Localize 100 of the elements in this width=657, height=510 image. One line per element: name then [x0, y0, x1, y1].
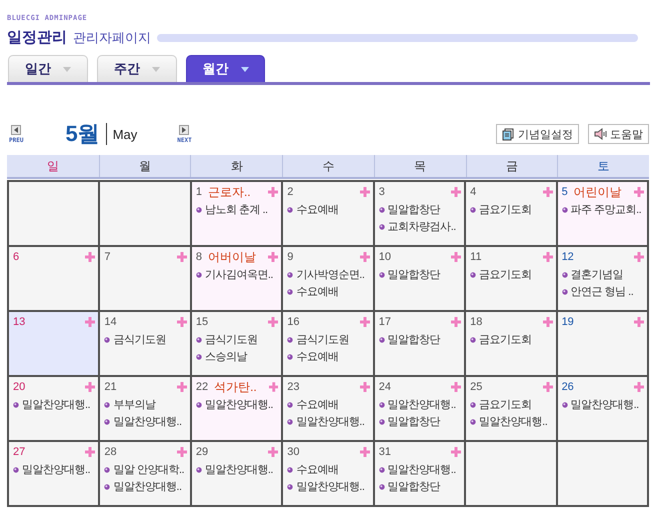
add-icon[interactable]: [85, 317, 96, 327]
event-item[interactable]: 기사박영순면..: [287, 267, 370, 282]
speaker-icon: [594, 128, 607, 140]
add-icon[interactable]: [176, 252, 187, 262]
add-icon[interactable]: [451, 187, 462, 197]
day-number: 6: [13, 251, 20, 263]
bullet-icon: [287, 336, 294, 342]
add-icon[interactable]: [360, 317, 370, 327]
event-item[interactable]: 밀알찬양대행..: [104, 479, 187, 494]
event-item[interactable]: 수요예배: [287, 202, 370, 217]
add-icon[interactable]: [360, 187, 370, 197]
add-icon[interactable]: [360, 252, 370, 262]
event-item[interactable]: 밀알찬양대행..: [470, 414, 553, 429]
add-icon[interactable]: [451, 317, 462, 327]
add-icon[interactable]: [542, 187, 553, 197]
add-icon[interactable]: [176, 382, 187, 392]
add-icon[interactable]: [85, 382, 96, 392]
add-icon[interactable]: [268, 187, 278, 197]
bullet-icon: [562, 206, 568, 212]
event-item[interactable]: 금요기도회: [470, 202, 553, 217]
add-icon[interactable]: [542, 252, 553, 262]
event-item[interactable]: 금식기도원: [104, 332, 187, 347]
event-item[interactable]: 밀알찬양대행..: [287, 479, 370, 494]
event-item[interactable]: 밀알찬양대행..: [196, 397, 278, 412]
event-item[interactable]: 결혼기념일: [562, 267, 644, 282]
add-icon[interactable]: [451, 252, 462, 262]
view-tab[interactable]: 일간: [8, 55, 88, 82]
event-item[interactable]: 금식기도원: [287, 332, 370, 347]
event-item[interactable]: 밀알합창단: [378, 267, 462, 282]
event-item[interactable]: 밀알찬양대행..: [378, 397, 462, 412]
event-item[interactable]: 교회차량검사..: [378, 219, 462, 234]
event-item[interactable]: 수요예배: [287, 349, 370, 364]
event-item[interactable]: 밀알찬양대행..: [378, 462, 462, 477]
anniversary-settings-button[interactable]: 기념일설정: [496, 124, 579, 144]
day-number: 19: [562, 316, 574, 328]
event-item[interactable]: 밀알합창단: [378, 332, 462, 347]
weekday-label: 일: [46, 158, 60, 174]
event-item[interactable]: 남노회 춘계 ..: [196, 202, 278, 217]
add-icon[interactable]: [176, 447, 187, 457]
day-number: 15: [196, 316, 208, 328]
add-icon[interactable]: [268, 252, 278, 262]
bullet-icon: [196, 336, 202, 342]
event-item[interactable]: 밀알 안양대학..: [104, 462, 187, 477]
add-icon[interactable]: [634, 382, 644, 392]
add-icon[interactable]: [360, 382, 370, 392]
bullet-icon: [470, 402, 476, 408]
event-item[interactable]: 밀알찬양대행..: [562, 397, 644, 412]
event-item[interactable]: 밀알찬양대행..: [287, 414, 370, 429]
add-icon[interactable]: [268, 317, 278, 327]
month-english: May: [112, 126, 138, 142]
add-icon[interactable]: [634, 317, 644, 327]
day-number: 16: [287, 316, 300, 328]
page-subtitle: 관리자페이지: [73, 28, 151, 46]
bullet-icon: [287, 272, 294, 278]
day-number: 18: [470, 316, 482, 328]
add-icon[interactable]: [268, 447, 278, 457]
add-icon[interactable]: [85, 447, 96, 457]
day-number: 11: [470, 251, 482, 263]
event-item[interactable]: 금식기도원: [196, 332, 278, 347]
bullet-icon: [287, 288, 294, 294]
event-item[interactable]: 파주 주망교회..: [562, 202, 644, 217]
day-number: 10: [378, 251, 391, 263]
bullet-icon: [13, 466, 19, 472]
event-item[interactable]: 금요기도회: [470, 267, 553, 282]
event-item[interactable]: 밀알찬양대행..: [104, 414, 187, 429]
add-icon[interactable]: [85, 252, 96, 262]
add-icon[interactable]: [542, 382, 553, 392]
day-number: 21: [104, 381, 117, 393]
caret-icon: [63, 66, 71, 72]
event-item[interactable]: 부부의날: [104, 397, 187, 412]
event-item[interactable]: 밀알찬양대행..: [196, 462, 278, 477]
bullet-icon: [378, 484, 385, 490]
event-item[interactable]: 금요기도회: [470, 332, 553, 347]
event-item[interactable]: 밀알찬양대행..: [13, 462, 96, 477]
add-icon[interactable]: [542, 317, 553, 327]
add-icon[interactable]: [451, 447, 462, 457]
help-button[interactable]: 도움말: [588, 124, 649, 144]
day-number: 1: [196, 186, 202, 198]
add-icon[interactable]: [634, 252, 644, 262]
bullet-icon: [287, 402, 294, 408]
event-item[interactable]: 밀알합창단: [378, 202, 462, 217]
event-item[interactable]: 밀알합창단: [378, 414, 462, 429]
event-item[interactable]: 안연근 형님 ..: [562, 284, 644, 299]
event-item[interactable]: 금요기도회: [470, 397, 553, 412]
bullet-icon: [378, 466, 385, 472]
event-item[interactable]: 스승의날: [196, 349, 278, 364]
event-item[interactable]: 수요예배: [287, 284, 370, 299]
event-item[interactable]: 밀알합창단: [378, 479, 462, 494]
add-icon[interactable]: [451, 382, 462, 392]
add-icon[interactable]: [176, 317, 187, 327]
event-item[interactable]: 밀알찬양대행..: [13, 397, 96, 412]
bullet-icon: [196, 466, 202, 472]
view-tab[interactable]: 주간: [97, 55, 177, 82]
event-item[interactable]: 수요예배: [287, 462, 370, 477]
event-item[interactable]: 수요예배: [287, 397, 370, 412]
add-icon[interactable]: [360, 447, 370, 457]
add-icon[interactable]: [634, 187, 644, 197]
event-item[interactable]: 기사김여옥면..: [196, 267, 278, 282]
add-icon[interactable]: [268, 382, 278, 392]
view-tab[interactable]: 월간: [186, 55, 265, 82]
